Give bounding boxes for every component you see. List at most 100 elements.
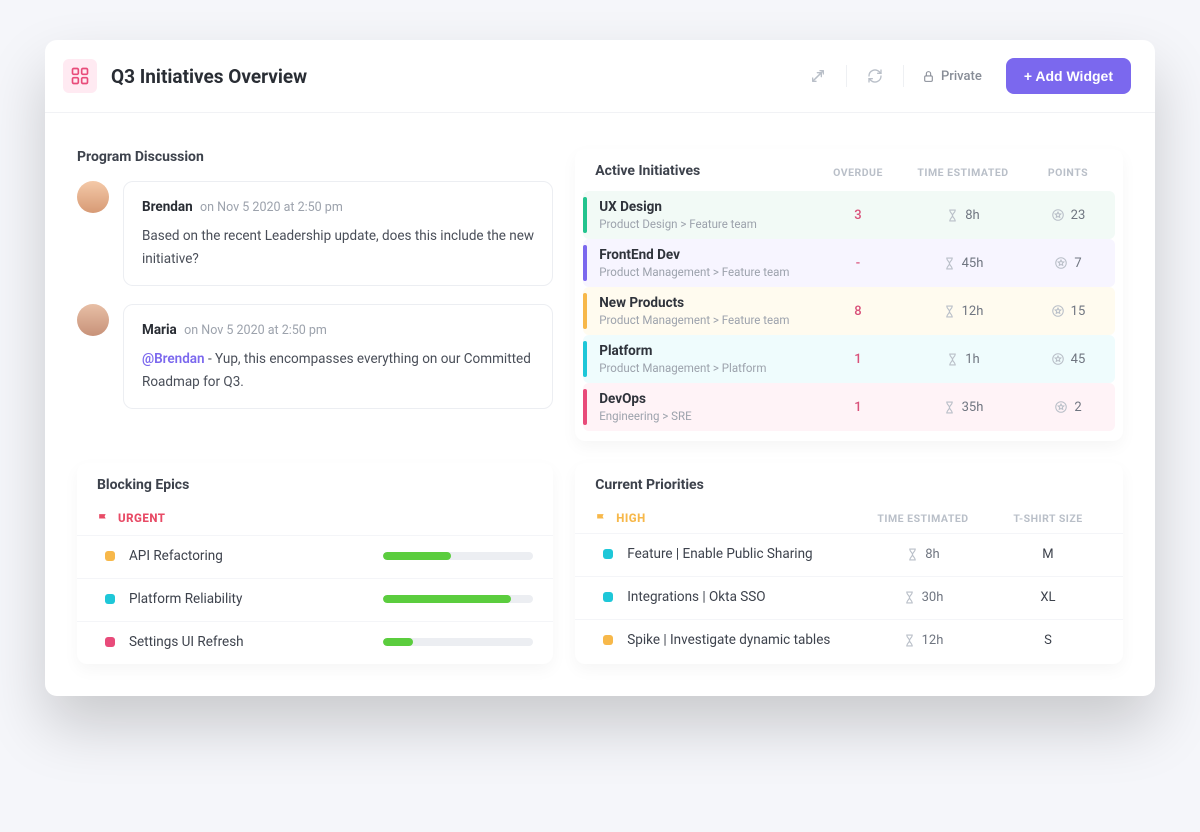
epic-row[interactable]: API Refactoring [77, 535, 553, 578]
refresh-icon[interactable] [859, 60, 891, 92]
priority-row[interactable]: Spike | Investigate dynamic tables 12h S [575, 619, 1123, 662]
initiative-path: Product Management > Feature team [599, 265, 823, 279]
blocking-epics-card: Blocking Epics URGENT API Refactoring Pl… [77, 463, 553, 664]
column-overdue: OVERDUE [823, 166, 893, 179]
epic-name: Settings UI Refresh [129, 634, 383, 650]
card-title: Blocking Epics [77, 477, 553, 505]
time-estimated-value: 45h [893, 256, 1033, 271]
epic-name: API Refactoring [129, 548, 383, 564]
comment: Brendan on Nov 5 2020 at 2:50 pm Based o… [77, 181, 553, 286]
star-icon [1054, 256, 1068, 270]
avatar [77, 181, 109, 213]
hourglass-icon [943, 305, 956, 318]
star-icon [1054, 400, 1068, 414]
time-estimated-value: 1h [893, 352, 1033, 367]
flag-label: HIGH [616, 511, 645, 525]
points-value: 7 [1033, 256, 1103, 271]
lock-icon [922, 70, 935, 83]
points-value: 23 [1033, 208, 1103, 223]
add-widget-button[interactable]: + Add Widget [1006, 58, 1131, 94]
column-time-estimated: TIME ESTIMATED [893, 166, 1033, 179]
epic-row[interactable]: Platform Reliability [77, 578, 553, 621]
priorities-header: HIGH TIME ESTIMATED T-SHIRT SIZE [575, 505, 1123, 533]
star-icon [1051, 352, 1065, 366]
comment-timestamp: on Nov 5 2020 at 2:50 pm [200, 200, 343, 215]
hourglass-icon [943, 401, 956, 414]
initiative-row[interactable]: DevOps Engineering > SRE 1 35h 2 [583, 383, 1115, 431]
priority-flag: HIGH [595, 511, 853, 525]
initiative-row[interactable]: UX Design Product Design > Feature team … [583, 191, 1115, 239]
card-title: Active Initiatives [595, 163, 823, 179]
comment-body: @Brendan - Yup, this encompasses everyth… [142, 348, 534, 394]
star-icon [1051, 304, 1065, 318]
flag-icon [595, 512, 608, 525]
flag-label: URGENT [118, 511, 165, 525]
privacy-label: Private [941, 69, 982, 84]
initiatives-header: Active Initiatives OVERDUE TIME ESTIMATE… [575, 163, 1123, 183]
initiative-path: Product Management > Platform [599, 361, 823, 375]
epic-row[interactable]: Settings UI Refresh [77, 621, 553, 664]
mention[interactable]: @Brendan [142, 351, 205, 367]
points-value: 45 [1033, 352, 1103, 367]
points-value: 2 [1033, 400, 1103, 415]
initiative-path: Product Management > Feature team [599, 313, 823, 327]
status-square [105, 637, 115, 647]
card-title: Current Priorities [575, 477, 1123, 505]
priority-name: Spike | Investigate dynamic tables [627, 632, 853, 648]
epic-name: Platform Reliability [129, 591, 383, 607]
comment-author: Brendan [142, 199, 193, 215]
initiative-row[interactable]: FrontEnd Dev Product Management > Featur… [583, 239, 1115, 287]
active-initiatives-card: Active Initiatives OVERDUE TIME ESTIMATE… [575, 149, 1123, 441]
initiative-path: Product Design > Feature team [599, 217, 823, 231]
tshirt-size-value: M [993, 547, 1103, 562]
header: Q3 Initiatives Overview Private + Add Wi… [45, 40, 1155, 113]
hourglass-icon [943, 257, 956, 270]
overdue-value: 3 [823, 208, 893, 223]
initiative-row[interactable]: Platform Product Management > Platform 1… [583, 335, 1115, 383]
priority-name: Integrations | Okta SSO [627, 589, 853, 605]
priority-row[interactable]: Integrations | Okta SSO 30h XL [575, 576, 1123, 619]
avatar [77, 304, 109, 336]
status-square [603, 592, 613, 602]
flag-icon [97, 512, 110, 525]
privacy-toggle[interactable]: Private [916, 69, 988, 84]
initiative-path: Engineering > SRE [599, 409, 823, 423]
progress-bar [383, 595, 533, 603]
time-estimated-value: 30h [853, 590, 993, 605]
time-estimated-value: 8h [893, 208, 1033, 223]
header-actions: Private + Add Widget [802, 58, 1131, 94]
overdue-value: 1 [823, 400, 893, 415]
status-square [603, 549, 613, 559]
initiative-name: UX Design [599, 199, 823, 215]
progress-bar [383, 638, 533, 646]
time-estimated-value: 35h [893, 400, 1033, 415]
status-square [603, 635, 613, 645]
time-estimated-value: 12h [893, 304, 1033, 319]
divider [846, 65, 847, 87]
column-tshirt-size: T-SHIRT SIZE [993, 512, 1103, 525]
tshirt-size-value: XL [993, 590, 1103, 605]
page-title: Q3 Initiatives Overview [111, 65, 307, 88]
expand-icon[interactable] [802, 60, 834, 92]
initiative-row[interactable]: New Products Product Management > Featur… [583, 287, 1115, 335]
comment: Maria on Nov 5 2020 at 2:50 pm @Brendan … [77, 304, 553, 409]
initiative-name: New Products [599, 295, 823, 311]
hourglass-icon [903, 591, 916, 604]
overdue-value: - [823, 256, 893, 271]
comment-bubble[interactable]: Brendan on Nov 5 2020 at 2:50 pm Based o… [123, 181, 553, 286]
tshirt-size-value: S [993, 633, 1103, 648]
star-icon [1051, 208, 1065, 222]
hourglass-icon [906, 548, 919, 561]
current-priorities-card: Current Priorities HIGH TIME ESTIMATED T… [575, 463, 1123, 664]
comment-bubble[interactable]: Maria on Nov 5 2020 at 2:50 pm @Brendan … [123, 304, 553, 409]
status-square [105, 551, 115, 561]
column-points: POINTS [1033, 166, 1103, 179]
progress-bar [383, 552, 533, 560]
overdue-value: 8 [823, 304, 893, 319]
overdue-value: 1 [823, 352, 893, 367]
hourglass-icon [946, 209, 959, 222]
priority-row[interactable]: Feature | Enable Public Sharing 8h M [575, 533, 1123, 576]
priority-name: Feature | Enable Public Sharing [627, 546, 853, 562]
dashboard-window: Q3 Initiatives Overview Private + Add Wi… [45, 40, 1155, 696]
initiative-name: FrontEnd Dev [599, 247, 823, 263]
